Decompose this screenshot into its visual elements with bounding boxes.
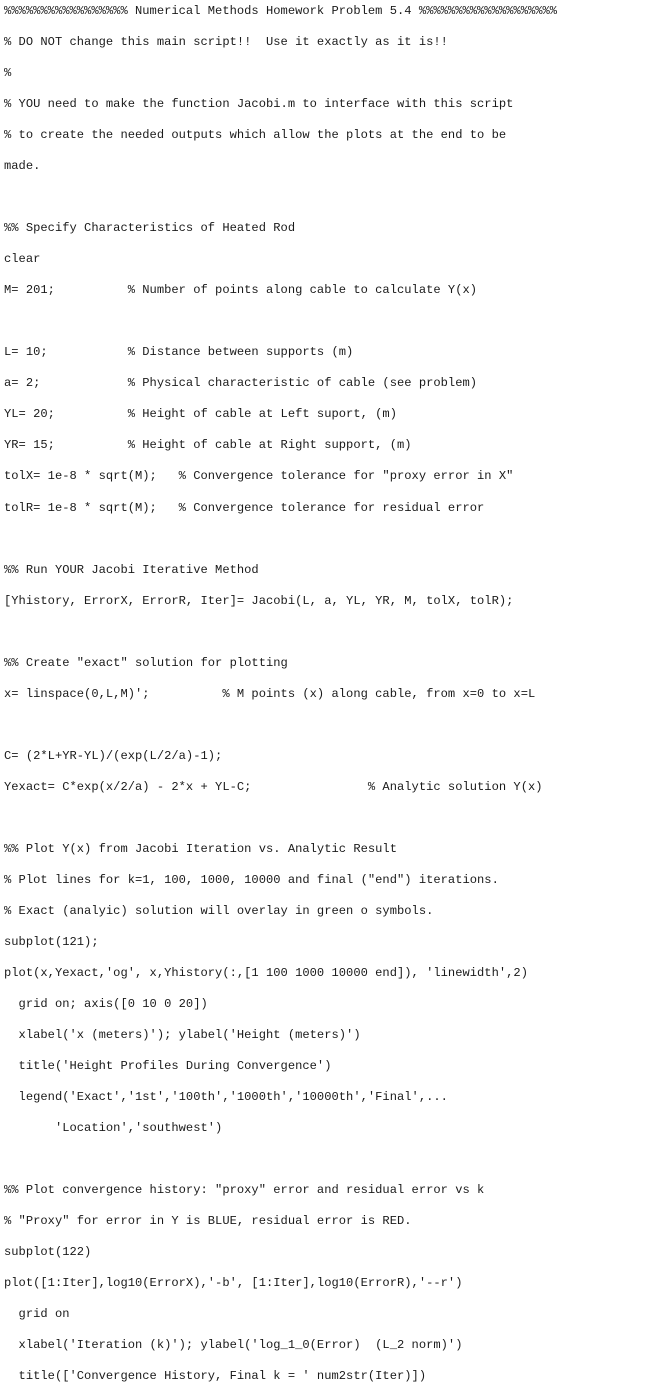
code-line: %%%%%%%%%%%%%%%%% Numerical Methods Home… [4, 4, 558, 18]
code-line: title(['Convergence History, Final k = '… [4, 1369, 427, 1384]
code-line: subplot(121); [4, 934, 99, 949]
code-line: L= 10; % Distance between supports (m) [4, 345, 354, 360]
code-line: clear [4, 252, 41, 267]
code-line: %% Specify Characteristics of Heated Rod [4, 221, 296, 236]
code-line: % "Proxy" for error in Y is BLUE, residu… [4, 1214, 412, 1229]
code-line: M= 201; % Number of points along cable t… [4, 283, 478, 298]
code-line: tolR= 1e-8 * sqrt(M); % Convergence tole… [4, 500, 485, 515]
code-line: 'Location','southwest') [4, 1121, 223, 1136]
code-line: xlabel('Iteration (k)'); ylabel('log_1_0… [4, 1338, 463, 1353]
code-line: YL= 20; % Height of cable at Left suport… [4, 407, 397, 422]
code-line: plot(x,Yexact,'og', x,Yhistory(:,[1 100 … [4, 965, 528, 980]
code-line: % to create the needed outputs which all… [4, 128, 507, 143]
code-line: legend('Exact','1st','100th','1000th','1… [4, 1090, 448, 1105]
code-line: plot([1:Iter],log10(ErrorX),'-b', [1:Ite… [4, 1276, 463, 1291]
code-line: grid on; axis([0 10 0 20]) [4, 997, 208, 1011]
code-line: a= 2; % Physical characteristic of cable… [4, 376, 478, 391]
code-line: [Yhistory, ErrorX, ErrorR, Iter]= Jacobi… [4, 593, 514, 608]
code-listing: %%%%%%%%%%%%%%%%% Numerical Methods Home… [0, 0, 645, 1400]
code-line: subplot(122) [4, 1245, 92, 1260]
code-line: YR= 15; % Height of cable at Right suppo… [4, 438, 412, 453]
code-line: Yexact= C*exp(x/2/a) - 2*x + YL-C; % Ana… [4, 779, 543, 794]
code-line: title('Height Profiles During Convergenc… [4, 1059, 332, 1074]
code-line: C= (2*L+YR-YL)/(exp(L/2/a)-1); [4, 748, 223, 763]
code-line: %% Plot Y(x) from Jacobi Iteration vs. A… [4, 841, 397, 856]
code-line: % Plot lines for k=1, 100, 1000, 10000 a… [4, 872, 499, 887]
code-line: %% Run YOUR Jacobi Iterative Method [4, 562, 259, 577]
code-line: % DO NOT change this main script!! Use i… [4, 35, 448, 50]
code-line: %% Create "exact" solution for plotting [4, 655, 288, 670]
code-line: % Exact (analyic) solution will overlay … [4, 903, 434, 918]
code-line: % YOU need to make the function Jacobi.m… [4, 97, 514, 112]
code-line: made. [4, 159, 41, 174]
code-line: %% Plot convergence history: "proxy" err… [4, 1183, 485, 1198]
code-line: grid on [4, 1307, 70, 1322]
code-line: xlabel('x (meters)'); ylabel('Height (me… [4, 1028, 361, 1043]
code-line: % [4, 66, 12, 81]
code-line: tolX= 1e-8 * sqrt(M); % Convergence tole… [4, 469, 514, 484]
